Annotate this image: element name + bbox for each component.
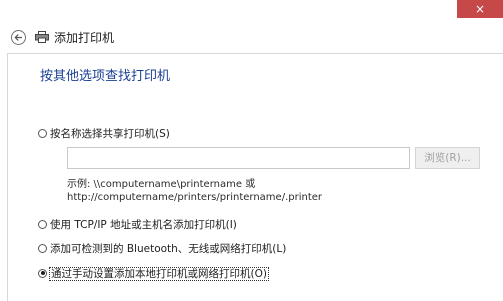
example-line-2: http://computername/printers/printername… [67,192,323,203]
example-line-1: 示例: \\computername\printername 或 [67,179,256,190]
radio-tcpip-hostname[interactable] [38,219,47,229]
shared-printer-name-input[interactable] [67,147,410,169]
wizard-content: 按其他选项查找打印机 按名称选择共享打印机(S) 浏览(R)... 示例: \\… [7,53,503,301]
wizard-title: 添加打印机 [54,31,115,45]
printer-icon [35,31,49,43]
radio-bluetooth-wireless[interactable] [38,243,47,253]
radio-manual-local-printer[interactable] [38,268,47,278]
option-tcpip-hostname[interactable]: 使用 TCP/IP 地址或主机名添加打印机(I) [38,217,237,233]
close-icon: × [474,2,486,16]
option-shared-printer-by-name[interactable]: 按名称选择共享打印机(S) [38,126,170,142]
back-arrow-icon [14,34,22,41]
close-button[interactable]: × [457,0,503,18]
option-label: 通过手动设置添加本地打印机或网络打印机(O) [49,267,269,281]
wizard-header: 添加打印机 [0,24,503,52]
title-bar: × [0,0,503,18]
option-label: 添加可检测到的 Bluetooth、无线或网络打印机(L) [50,243,287,255]
option-bluetooth-wireless[interactable]: 添加可检测到的 Bluetooth、无线或网络打印机(L) [38,241,286,257]
radio-shared-printer-by-name[interactable] [38,128,47,138]
add-printer-window: × 添加打印机 按其他选项查找打印机 按名称选择共享打印机(S) 浏览(R)..… [0,0,503,301]
option-label: 按名称选择共享打印机(S) [50,128,170,140]
option-manual-local-printer[interactable]: 通过手动设置添加本地打印机或网络打印机(O) [38,266,269,282]
option-label: 使用 TCP/IP 地址或主机名添加打印机(I) [50,219,237,231]
browse-button[interactable]: 浏览(R)... [415,147,480,169]
page-title: 按其他选项查找打印机 [40,69,171,84]
example-text: 示例: \\computername\printername 或 http://… [67,178,322,204]
back-button[interactable] [11,30,26,45]
